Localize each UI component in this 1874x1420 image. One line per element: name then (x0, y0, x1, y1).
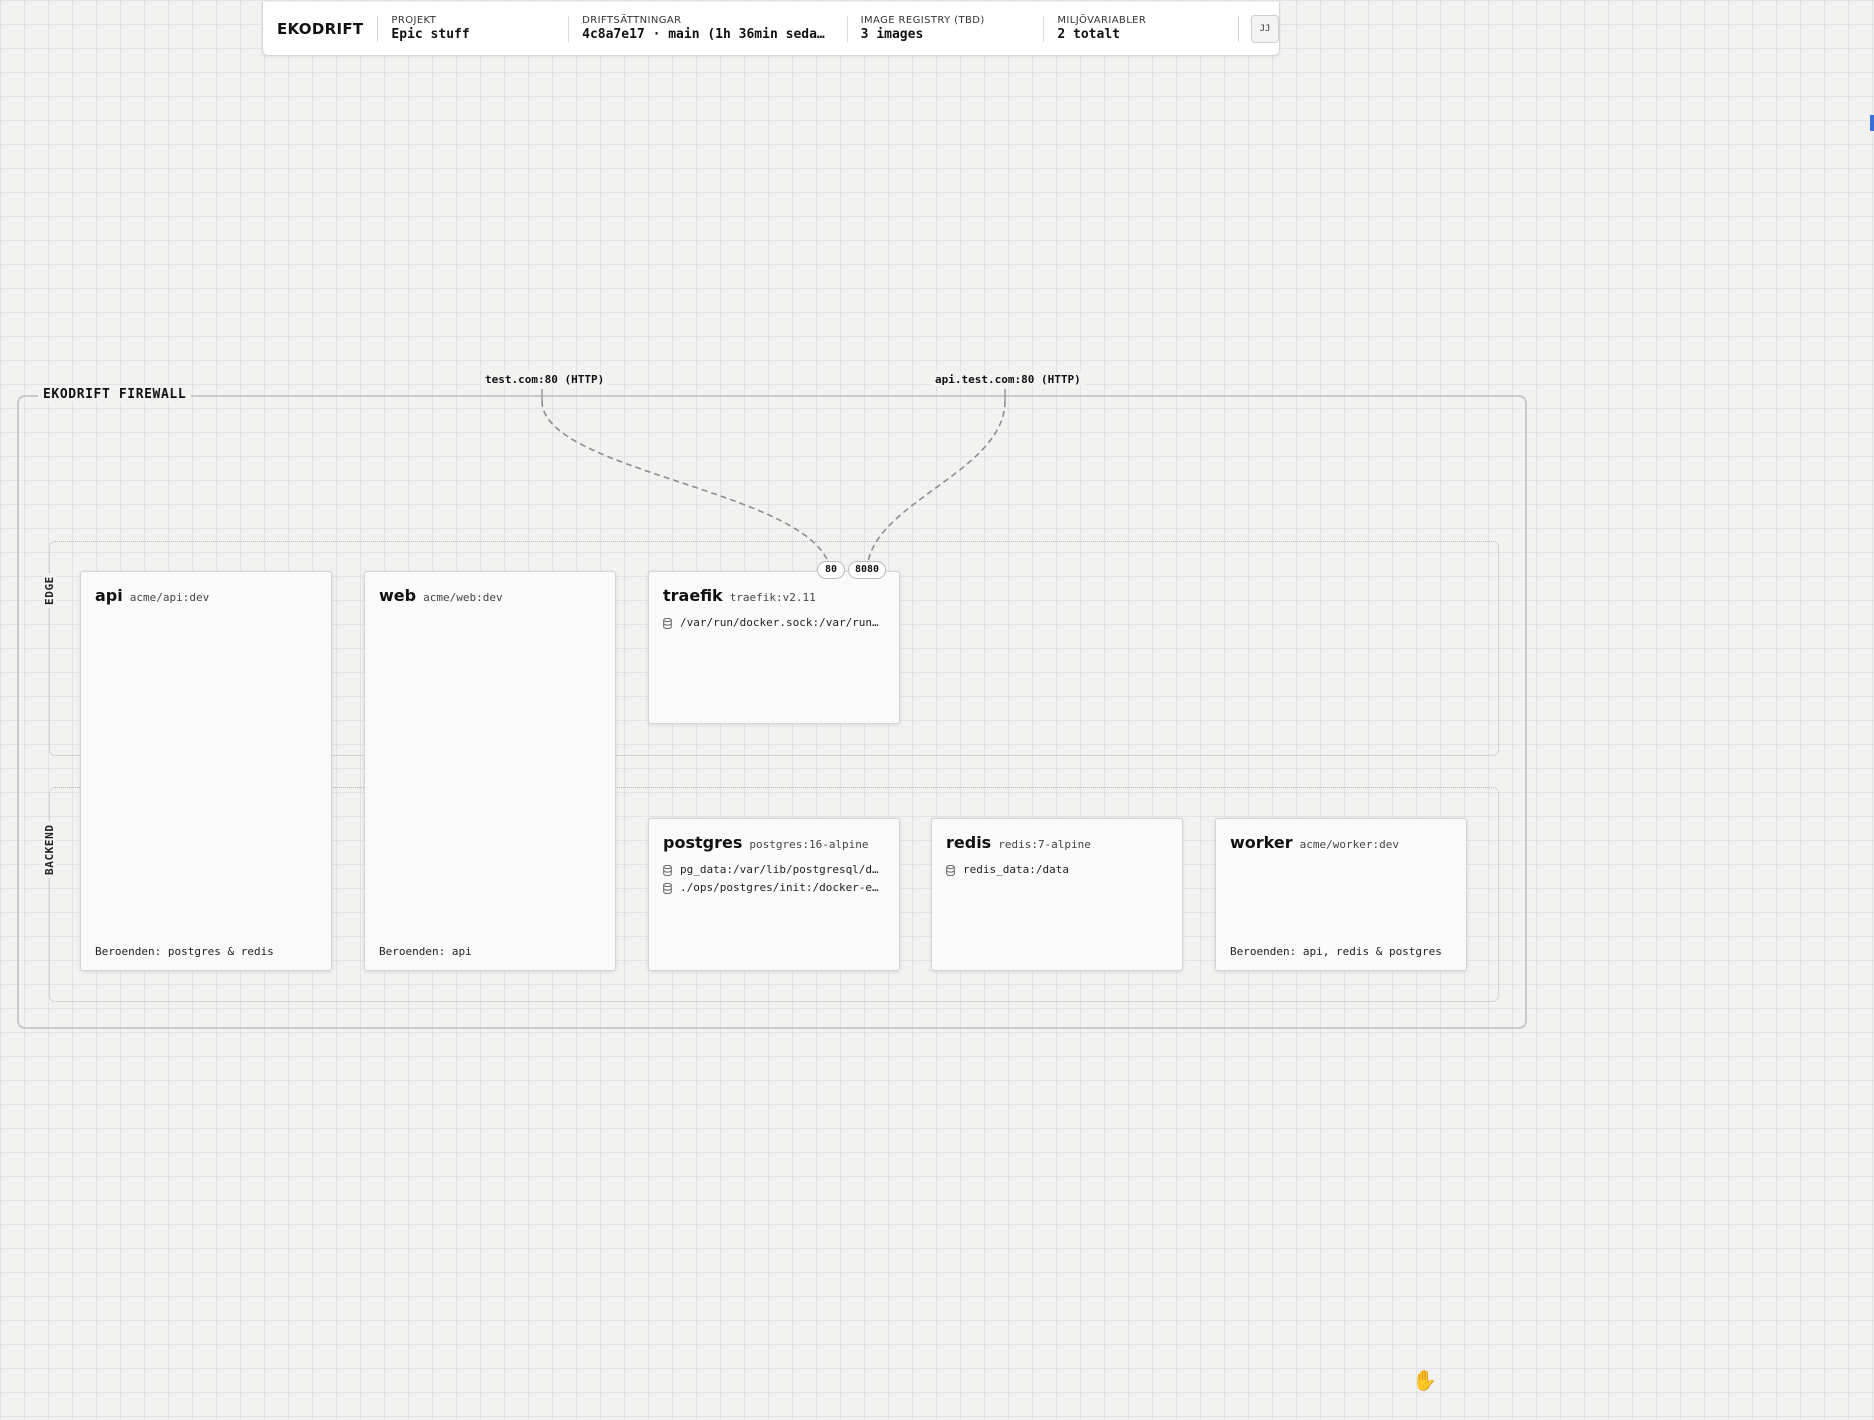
volume-item: ./ops/postgres/init:/docker-e… (663, 879, 889, 897)
route-line-test (541, 400, 829, 563)
volume-item: redis_data:/data (946, 861, 1172, 879)
service-card-traefik[interactable]: traefik traefik:v2.11 /var/run/docker.so… (648, 571, 900, 724)
service-name: postgres (663, 833, 743, 852)
service-card-web[interactable]: web acme/web:dev Beroenden: api (364, 571, 616, 971)
database-icon (663, 864, 672, 876)
volume-list: redis_data:/data (946, 861, 1172, 879)
service-name: worker (1230, 833, 1293, 852)
service-card-postgres[interactable]: postgres postgres:16-alpine pg_data:/var… (648, 818, 900, 971)
service-image: acme/web:dev (423, 591, 503, 604)
volume-mount: redis_data:/data (963, 863, 1069, 876)
service-dependencies: Beroenden: postgres & redis (95, 945, 274, 958)
port-badge-8080[interactable]: 8080 (848, 561, 886, 579)
volume-item: /var/run/docker.sock:/var/run… (663, 614, 889, 632)
database-icon (946, 864, 955, 876)
hand-cursor-icon: ✋ (1412, 1368, 1437, 1392)
service-card-api[interactable]: api acme/api:dev Beroenden: postgres & r… (80, 571, 332, 971)
service-image: traefik:v2.11 (729, 591, 816, 604)
volume-list: /var/run/docker.sock:/var/run… (663, 614, 889, 632)
service-name: traefik (663, 586, 723, 605)
volume-mount: ./ops/postgres/init:/docker-e… (680, 881, 879, 894)
service-image: redis:7-alpine (998, 838, 1091, 851)
route-label-api[interactable]: api.test.com:80 (HTTP) (932, 373, 1084, 386)
volume-item: pg_data:/var/lib/postgresql/d… (663, 861, 889, 879)
service-image: acme/worker:dev (1299, 838, 1399, 851)
volume-mount: pg_data:/var/lib/postgresql/d… (680, 863, 879, 876)
service-image: acme/api:dev (129, 591, 210, 604)
service-image: postgres:16-alpine (749, 838, 869, 851)
scrollbar-thumb[interactable] (1870, 115, 1874, 131)
service-card-worker[interactable]: worker acme/worker:dev Beroenden: api, r… (1215, 818, 1467, 971)
port-badge-80[interactable]: 80 (817, 561, 845, 579)
service-dependencies: Beroenden: api, redis & postgres (1230, 945, 1442, 958)
zone-backend-label: BACKEND (43, 821, 56, 878)
volume-list: pg_data:/var/lib/postgresql/d… ./ops/pos… (663, 861, 889, 897)
service-dependencies: Beroenden: api (379, 945, 472, 958)
zone-edge-label: EDGE (43, 573, 56, 608)
database-icon (663, 617, 672, 629)
service-name: redis (946, 833, 992, 852)
database-icon (663, 882, 672, 894)
service-card-redis[interactable]: redis redis:7-alpine redis_data:/data (931, 818, 1183, 971)
volume-mount: /var/run/docker.sock:/var/run… (680, 616, 879, 629)
service-name: api (95, 586, 123, 605)
route-label-test[interactable]: test.com:80 (HTTP) (482, 373, 608, 386)
service-name: web (379, 586, 417, 605)
route-line-api (867, 400, 1006, 563)
